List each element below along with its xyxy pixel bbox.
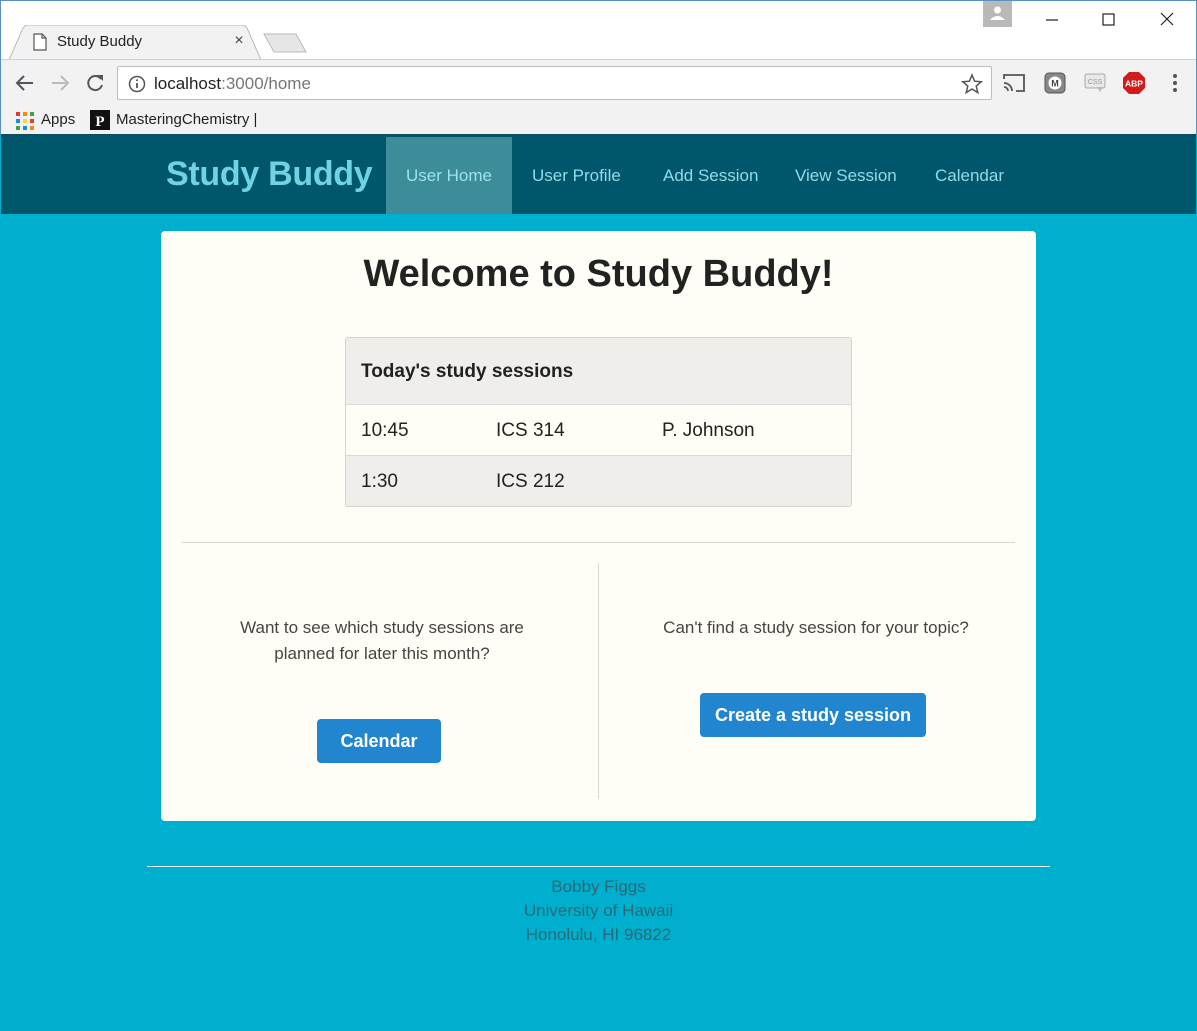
reload-icon[interactable] [84, 72, 106, 94]
info-icon[interactable] [128, 75, 146, 93]
page-icon [33, 33, 47, 51]
star-icon[interactable] [961, 73, 983, 95]
address-bar[interactable]: localhost:3000/home [117, 66, 992, 100]
session-course: ICS 212 [496, 471, 565, 492]
session-time: 10:45 [361, 420, 409, 441]
create-session-button[interactable]: Create a study session [700, 693, 926, 737]
brand-logo[interactable]: Study Buddy [166, 155, 373, 194]
tab-title: Study Buddy [57, 33, 143, 50]
session-host: P. Johnson [662, 420, 755, 441]
minimize-icon[interactable] [1023, 1, 1081, 39]
footer-university: University of Hawaii [523, 901, 674, 920]
menu-icon[interactable] [1163, 71, 1187, 95]
calendar-prompt: Want to see which study sessions are pla… [182, 615, 582, 667]
svg-text:CSS: CSS [1088, 79, 1103, 86]
footer-address: Honolulu, HI 96822 [525, 925, 672, 944]
new-tab-button[interactable] [263, 33, 307, 53]
bookmarks-bar: Apps P MasteringChemistry | [1, 105, 1196, 135]
page-title: Welcome to Study Buddy! [363, 253, 834, 295]
extension-icon[interactable]: M [1043, 71, 1067, 95]
svg-text:P: P [95, 114, 104, 130]
nav-calendar[interactable]: Calendar [915, 137, 1024, 214]
nav-add-session[interactable]: Add Session [643, 137, 778, 214]
close-window-icon[interactable] [1139, 1, 1197, 39]
sessions-table: Today's study sessions 10:45 ICS 314 P. … [345, 337, 852, 507]
browser-chrome: Study Buddy × localhost:3000/home M CSS … [0, 0, 1197, 135]
sessions-table-header: Today's study sessions [346, 338, 851, 405]
person-icon [990, 6, 1005, 20]
create-session-prompt: Can't find a study session for your topi… [663, 618, 969, 637]
url-host: localhost [154, 74, 222, 93]
browser-toolbar: localhost:3000/home M CSS ABP [1, 59, 1196, 105]
nav-user-home[interactable]: User Home [386, 137, 512, 214]
bookmark-apps[interactable]: Apps [41, 109, 75, 131]
nav-view-session[interactable]: View Session [775, 137, 917, 214]
table-row: 1:30 ICS 212 [346, 456, 851, 506]
session-course: ICS 314 [496, 420, 565, 441]
nav-user-profile[interactable]: User Profile [512, 137, 641, 214]
cast-icon[interactable] [1002, 71, 1026, 95]
back-icon[interactable] [14, 72, 36, 94]
horizontal-divider [182, 542, 1015, 543]
url-text[interactable]: localhost:3000/home [154, 74, 311, 94]
css-icon[interactable]: CSS [1083, 71, 1107, 95]
adblock-icon[interactable]: ABP [1122, 71, 1146, 95]
calendar-prompt-line2: planned for later this month? [274, 644, 490, 663]
calendar-button[interactable]: Calendar [317, 719, 441, 763]
footer-divider [147, 866, 1050, 867]
top-navbar: Study Buddy User Home User Profile Add S… [1, 134, 1196, 214]
vertical-divider [598, 563, 599, 799]
url-path: :3000/home [221, 74, 311, 93]
profile-button[interactable] [983, 1, 1012, 27]
svg-text:ABP: ABP [1125, 79, 1143, 89]
page: Study Buddy User Home User Profile Add S… [1, 134, 1196, 1030]
mastering-chemistry-icon: P [90, 110, 110, 130]
bookmark-mastering-chemistry[interactable]: MasteringChemistry | [116, 109, 257, 131]
forward-icon[interactable] [49, 72, 71, 94]
svg-text:M: M [1051, 79, 1059, 89]
tab-close-icon[interactable]: × [230, 31, 248, 51]
table-row: 10:45 ICS 314 P. Johnson [346, 405, 851, 456]
maximize-icon[interactable] [1081, 1, 1139, 39]
apps-grid-icon[interactable] [16, 112, 34, 130]
footer-name: Bobby Figgs [551, 877, 646, 896]
session-time: 1:30 [361, 471, 398, 492]
title-bar: Study Buddy × [1, 1, 1197, 60]
main-card: Welcome to Study Buddy! Today's study se… [161, 231, 1036, 821]
calendar-prompt-line1: Want to see which study sessions are [240, 618, 524, 637]
